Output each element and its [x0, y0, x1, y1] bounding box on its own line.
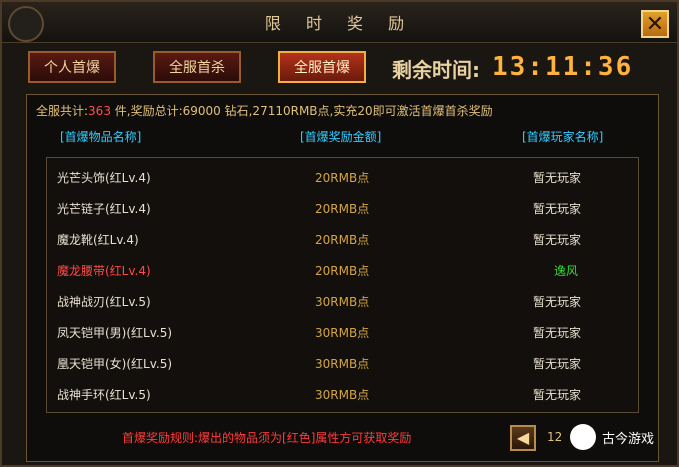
- table-row: 魔龙腰带(红Lv.4) 20RMB点 逸风: [47, 254, 638, 285]
- player-name: 暂无玩家: [533, 171, 582, 185]
- player-name: 暂无玩家: [533, 388, 582, 402]
- reward-window: 限 时 奖 励 ✕ 个人首爆 全服首杀 全服首爆 剩余时间: 13:11:36 …: [0, 0, 679, 467]
- reward-amount: 20RMB点: [315, 233, 370, 247]
- table-row: 光芒链子(红Lv.4) 20RMB点 暂无玩家: [47, 192, 638, 223]
- reward-rule-text: 首爆奖励规则:爆出的物品须为[红色]属性方可获取奖励: [122, 431, 412, 445]
- wechat-logo-icon: [570, 424, 596, 450]
- watermark-text: 古今游戏: [602, 432, 655, 447]
- tab-label: 全服首爆: [294, 60, 350, 76]
- tab-server-first-kill[interactable]: 全服首杀: [153, 51, 241, 83]
- item-name: 魔龙腰带(红Lv.4): [57, 264, 151, 278]
- page-number: 12: [547, 430, 563, 444]
- player-name: 逸风: [554, 264, 579, 278]
- summary-prefix: 全服共计:: [36, 104, 89, 118]
- table-row: 战神手环(红Lv.5) 30RMB点 暂无玩家: [47, 378, 638, 409]
- summary-suffix: 件,奖励总计:69000 钻石,27110RMB点,实充20即可激活首爆首杀奖励: [110, 104, 493, 118]
- item-name: 魔龙靴(红Lv.4): [57, 233, 139, 247]
- column-header-player: [首爆玩家名称]: [522, 130, 604, 144]
- tab-label: 个人首爆: [44, 60, 100, 76]
- reward-table: 光芒头饰(红Lv.4) 20RMB点 暂无玩家 光芒链子(红Lv.4) 20RM…: [46, 157, 639, 413]
- close-button[interactable]: ✕: [641, 10, 669, 38]
- reward-amount: 30RMB点: [315, 326, 370, 340]
- countdown-timer: 13:11:36: [492, 52, 634, 82]
- left-arrow-icon: ◀: [516, 428, 530, 447]
- item-name: 光芒链子(红Lv.4): [57, 202, 151, 216]
- item-name: 战神手环(红Lv.5): [57, 388, 151, 402]
- reward-amount: 30RMB点: [315, 295, 370, 309]
- column-header-item: [首爆物品名称]: [60, 130, 142, 144]
- player-name: 暂无玩家: [533, 233, 582, 247]
- column-header-reward: [首爆奖励金额]: [300, 130, 382, 144]
- summary-count: 363: [88, 104, 111, 118]
- item-name: 光芒头饰(红Lv.4): [57, 171, 151, 185]
- table-row: 凤天铠甲(男)(红Lv.5) 30RMB点 暂无玩家: [47, 316, 638, 347]
- player-name: 暂无玩家: [533, 326, 582, 340]
- prev-page-button[interactable]: ◀: [510, 425, 536, 451]
- player-name: 暂无玩家: [533, 357, 582, 371]
- table-row: 光芒头饰(红Lv.4) 20RMB点 暂无玩家: [47, 161, 638, 192]
- reward-amount: 20RMB点: [315, 171, 370, 185]
- table-row: 战神战刃(红Lv.5) 30RMB点 暂无玩家: [47, 285, 638, 316]
- reward-amount: 20RMB点: [315, 264, 370, 278]
- timer-label: 剩余时间:: [392, 58, 480, 82]
- summary-text: 全服共计:363 件,奖励总计:69000 钻石,27110RMB点,实充20即…: [36, 102, 493, 119]
- player-name: 暂无玩家: [533, 202, 582, 216]
- table-row: 凰天铠甲(女)(红Lv.5) 30RMB点 暂无玩家: [47, 347, 638, 378]
- player-name: 暂无玩家: [533, 295, 582, 309]
- window-title: 限 时 奖 励: [264, 14, 415, 33]
- reward-amount: 20RMB点: [315, 202, 370, 216]
- tab-label: 全服首杀: [169, 60, 225, 76]
- item-name: 凰天铠甲(女)(红Lv.5): [57, 357, 173, 371]
- table-row: 魔龙靴(红Lv.4) 20RMB点 暂无玩家: [47, 223, 638, 254]
- item-name: 战神战刃(红Lv.5): [57, 295, 151, 309]
- watermark: 古今游戏: [562, 420, 678, 454]
- tab-personal-first-drop[interactable]: 个人首爆: [28, 51, 116, 83]
- reward-amount: 30RMB点: [315, 357, 370, 371]
- item-name: 凤天铠甲(男)(红Lv.5): [57, 326, 173, 340]
- title-bar: 限 时 奖 励 ✕: [2, 2, 677, 43]
- tab-server-first-drop[interactable]: 全服首爆: [278, 51, 366, 83]
- reward-amount: 30RMB点: [315, 388, 370, 402]
